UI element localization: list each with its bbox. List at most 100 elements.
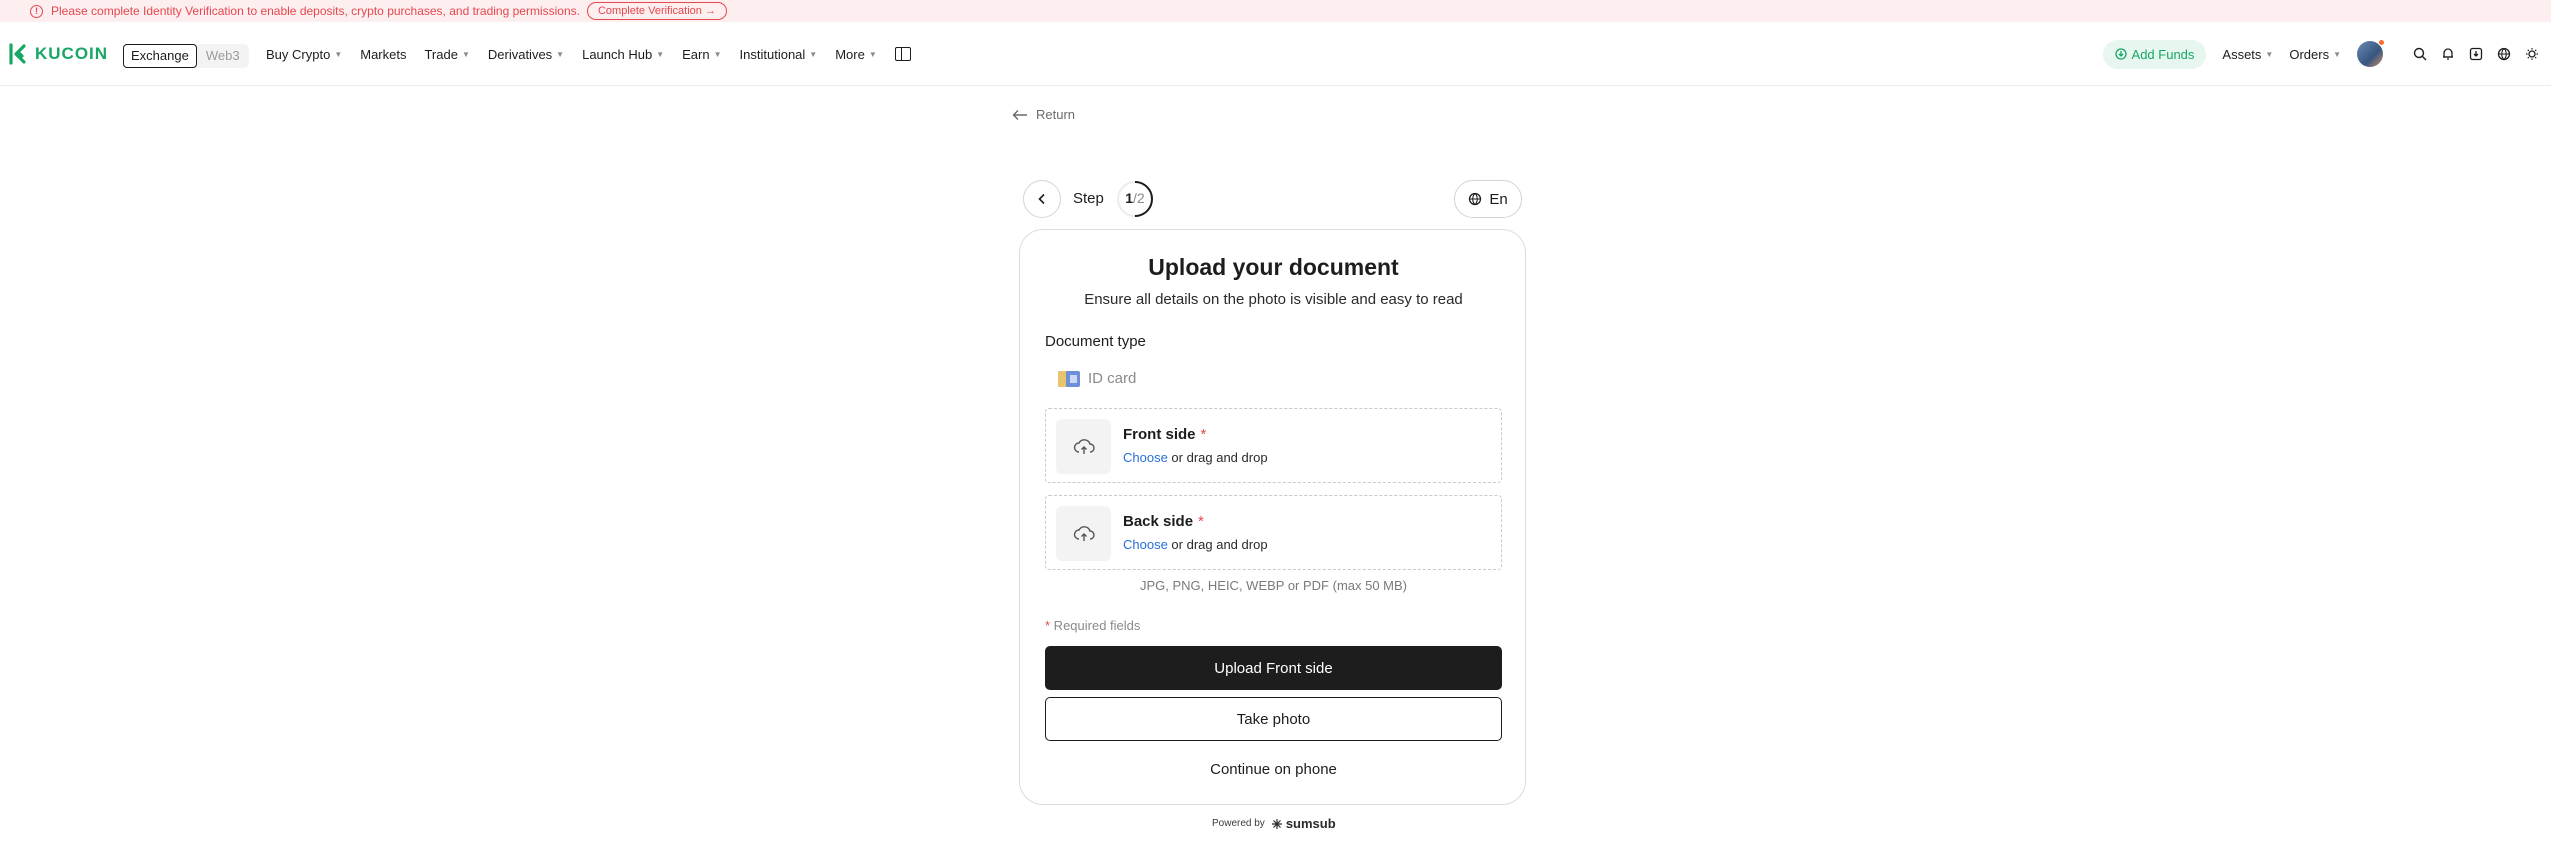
nav-label: Derivatives — [487, 46, 553, 62]
complete-verification-label: Complete Verification — [597, 5, 702, 17]
notice-text: Please complete Identity Verification to… — [51, 4, 580, 18]
gift-icon[interactable] — [894, 47, 911, 61]
logo-text: KUCOIN — [35, 44, 109, 63]
add-funds-label: Add Funds — [2131, 46, 2195, 62]
back-side-title: Back side * — [1123, 513, 1204, 530]
nav-trade[interactable]: Trade ▼ — [424, 47, 469, 62]
theme-icon[interactable] — [2525, 47, 2539, 61]
continue-on-phone-button[interactable]: Continue on phone — [1045, 747, 1502, 791]
document-type-label: Document type — [1045, 333, 1146, 350]
language-selector[interactable]: En — [1454, 180, 1522, 218]
sumsub-logo-icon — [1271, 818, 1282, 829]
document-type-value: ID card — [1058, 370, 1136, 387]
back-side-label: Back side — [1123, 513, 1194, 530]
upload-cloud-icon — [1056, 506, 1111, 561]
back-side-dropzone[interactable]: Back side * Choose or drag and drop — [1045, 495, 1502, 570]
top-header: KUCOIN Exchange Web3 Buy Crypto ▼ Markets… — [0, 22, 2551, 86]
nav-label: Institutional — [739, 46, 806, 62]
step-total: /2 — [1133, 190, 1145, 206]
step-back-button[interactable] — [1023, 180, 1061, 218]
take-photo-button[interactable]: Take photo — [1045, 697, 1502, 741]
chevron-down-icon: ▼ — [556, 49, 565, 59]
kucoin-logo-icon — [9, 43, 26, 65]
drag-drop-text: or drag and drop — [1167, 450, 1268, 465]
sumsub-logo: sumsub — [1271, 816, 1336, 831]
nav-buy-crypto[interactable]: Buy Crypto ▼ — [266, 47, 342, 62]
powered-by: Powered by sumsub — [1212, 816, 1336, 831]
warning-icon: ! — [30, 4, 43, 18]
tab-exchange[interactable]: Exchange — [123, 44, 197, 68]
nav-launch-hub[interactable]: Launch Hub ▼ — [582, 47, 664, 62]
nav-label: Trade — [424, 46, 458, 62]
nav-label: Launch Hub — [582, 46, 653, 62]
sumsub-text: sumsub — [1285, 816, 1336, 831]
download-icon[interactable] — [2469, 47, 2483, 61]
assets-menu[interactable]: Assets ▼ — [2222, 47, 2273, 62]
globe-icon — [1469, 192, 1482, 206]
chevron-down-icon: ▼ — [2333, 49, 2341, 59]
nav-label: Earn — [682, 46, 710, 62]
step-label: Step — [1073, 190, 1104, 207]
back-side-hint: Choose or drag and drop — [1123, 537, 1268, 552]
chevron-down-icon: ▼ — [2265, 49, 2274, 59]
upload-document-card: Upload your document Ensure all details … — [1019, 229, 1526, 805]
drag-drop-text: or drag and drop — [1167, 537, 1268, 552]
step-current: 1 — [1125, 190, 1134, 206]
return-link[interactable]: Return — [1012, 107, 1075, 122]
nav-label: Markets — [360, 46, 407, 62]
nav-label: More — [835, 46, 865, 62]
front-side-dropzone[interactable]: Front side * Choose or drag and drop — [1045, 408, 1502, 483]
page-title: Upload your document — [1148, 254, 1399, 280]
verification-notice-bar: ! Please complete Identity Verification … — [0, 0, 2551, 22]
exchange-web3-switch: Exchange Web3 — [123, 44, 249, 68]
required-fields-text: Required fields — [1050, 618, 1141, 633]
nav-earn[interactable]: Earn ▼ — [682, 47, 721, 62]
chevron-down-icon: ▼ — [868, 49, 877, 59]
chevron-down-icon: ▼ — [809, 49, 818, 59]
bell-icon[interactable] — [2441, 47, 2455, 61]
id-card-icon — [1058, 370, 1080, 387]
front-side-hint: Choose or drag and drop — [1123, 450, 1268, 465]
orders-label: Orders — [2289, 46, 2330, 62]
required-fields-note: * Required fields — [1045, 618, 1140, 633]
chevron-down-icon: ▼ — [334, 49, 343, 59]
back-choose-link[interactable]: Choose — [1123, 537, 1168, 552]
upload-cloud-icon — [1056, 419, 1111, 474]
complete-verification-button[interactable]: Complete Verification → — [586, 2, 727, 20]
nav-institutional[interactable]: Institutional ▼ — [740, 47, 818, 62]
language-label: En — [1489, 190, 1508, 208]
add-funds-button[interactable]: Add Funds — [2102, 39, 2207, 69]
front-choose-link[interactable]: Choose — [1123, 450, 1168, 465]
nav-derivatives[interactable]: Derivatives ▼ — [488, 47, 564, 62]
nav-markets[interactable]: Markets — [360, 47, 406, 62]
required-asterisk: * — [1198, 513, 1204, 530]
chevron-down-icon: ▼ — [656, 49, 665, 59]
main-nav: Buy Crypto ▼ Markets Trade ▼ Derivatives ▼ … — [266, 22, 911, 86]
tab-web3[interactable]: Web3 — [197, 44, 249, 68]
nav-label: Buy Crypto — [266, 46, 331, 62]
powered-by-label: Powered by — [1212, 818, 1265, 829]
chevron-down-icon: ▼ — [713, 49, 722, 59]
header-right: Add Funds Assets ▼ Orders ▼ — [2102, 22, 2539, 86]
arrow-left-icon — [1012, 109, 1027, 120]
orders-menu[interactable]: Orders ▼ — [2289, 47, 2341, 62]
assets-label: Assets — [2222, 46, 2262, 62]
globe-icon[interactable] — [2497, 47, 2511, 61]
chevron-down-icon: ▼ — [461, 49, 470, 59]
required-asterisk: * — [1200, 426, 1207, 443]
deposit-icon — [2114, 48, 2127, 60]
search-icon[interactable] — [2413, 47, 2427, 61]
arrow-right-icon: → — [704, 5, 716, 17]
step-progress-ring: 1/2 — [1116, 180, 1154, 218]
front-side-title: Front side * — [1123, 426, 1206, 443]
nav-more[interactable]: More ▼ — [835, 47, 877, 62]
front-side-label: Front side — [1123, 426, 1196, 443]
avatar[interactable] — [2357, 39, 2385, 67]
upload-front-side-button[interactable]: Upload Front side — [1045, 646, 1502, 690]
accepted-formats-text: JPG, PNG, HEIC, WEBP or PDF (max 50 MB) — [1139, 578, 1408, 593]
return-label: Return — [1036, 107, 1076, 122]
notification-dot — [2378, 39, 2385, 46]
chevron-left-icon — [1038, 193, 1045, 205]
kucoin-logo[interactable]: KUCOIN — [8, 43, 108, 65]
document-type-text: ID card — [1088, 370, 1137, 387]
